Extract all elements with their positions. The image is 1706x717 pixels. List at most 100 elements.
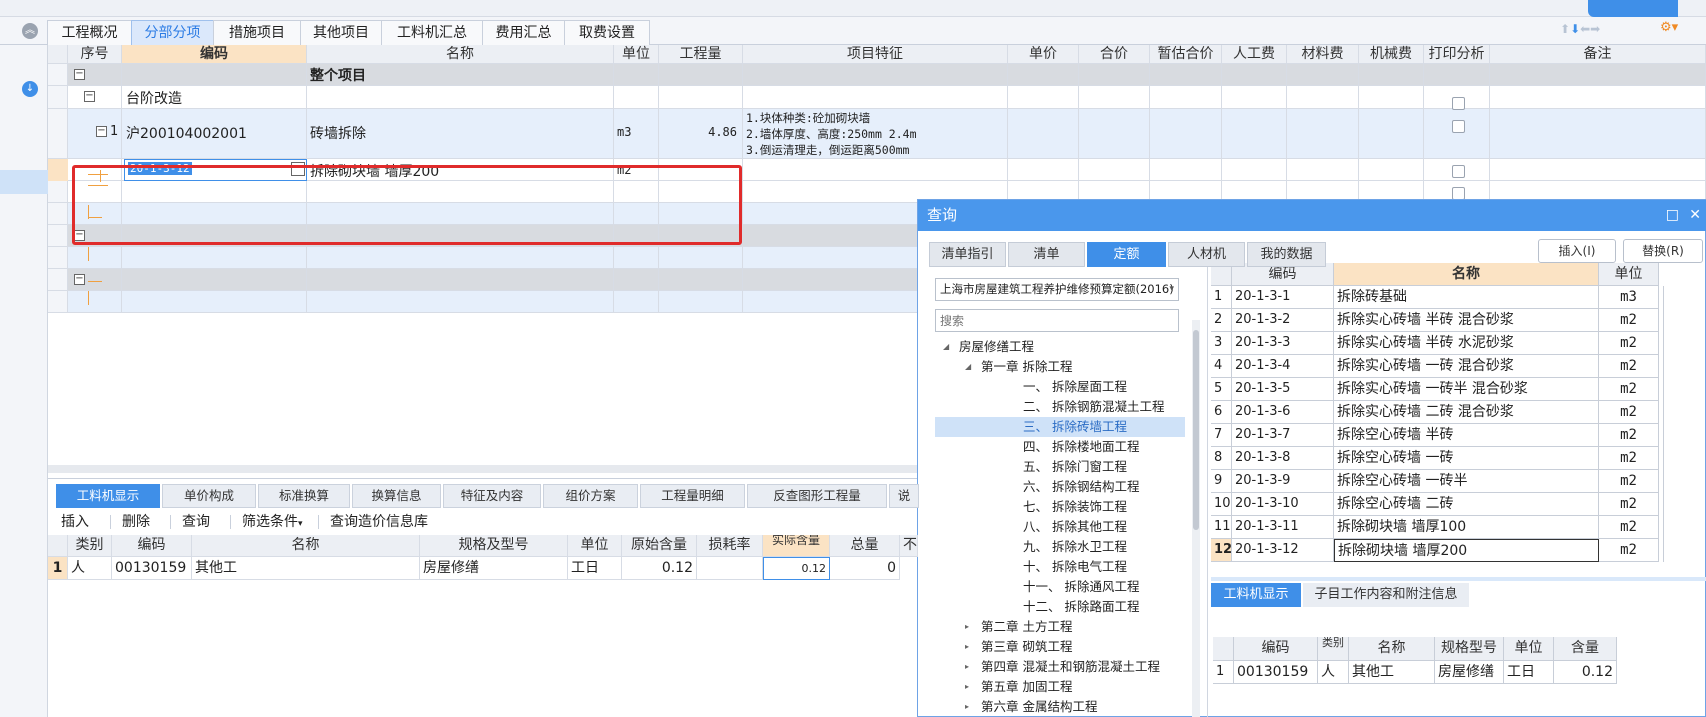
- row-code[interactable]: 沪200104002001: [126, 123, 247, 143]
- tree-node[interactable]: 七、 拆除装饰工程: [935, 497, 1185, 517]
- dialog-tab-2[interactable]: 定额: [1087, 242, 1166, 267]
- bottom-tab-3[interactable]: 换算信息: [352, 484, 441, 508]
- tree-node[interactable]: ◢ 第一章 拆除工程: [935, 357, 1185, 377]
- list-cell-0[interactable]: 3: [1211, 332, 1232, 355]
- list-cell-1[interactable]: 20-1-3-10: [1232, 493, 1334, 516]
- grid-hscrollbar[interactable]: [48, 465, 918, 473]
- tree-node[interactable]: ◢ 房屋修缮工程: [935, 337, 1185, 357]
- tree-expand-icon[interactable]: ▸: [965, 637, 969, 657]
- toolbar-button-2[interactable]: 查询: [182, 511, 210, 531]
- expand-icon[interactable]: −: [96, 126, 107, 137]
- list-cell-1[interactable]: 20-1-3-9: [1232, 470, 1334, 493]
- list-cell-2[interactable]: 拆除砖基础: [1334, 286, 1599, 309]
- list-cell-2[interactable]: 拆除实心砖墙 一砖半 混合砂浆: [1334, 378, 1599, 401]
- tab-2[interactable]: 措施项目: [213, 20, 301, 45]
- tree-node[interactable]: ▸ 第六章 金属结构工程: [935, 697, 1185, 717]
- tab-5[interactable]: 费用汇总: [482, 20, 565, 45]
- tab-3[interactable]: 其他项目: [300, 20, 382, 45]
- list-cell-0[interactable]: 4: [1211, 355, 1232, 378]
- bottom-tab-7[interactable]: 反查图形工程量: [747, 484, 887, 508]
- list-cell-0[interactable]: 9: [1211, 470, 1232, 493]
- bottom-tab-0[interactable]: 工料机显示: [56, 484, 160, 508]
- list-cell-2[interactable]: 拆除实心砖墙 半砖 水泥砂浆: [1334, 332, 1599, 355]
- list-cell-3[interactable]: m2: [1599, 378, 1659, 401]
- dialog-tab-0[interactable]: 清单指引: [929, 242, 1006, 267]
- list-cell-2[interactable]: 拆除实心砖墙 一砖 混合砂浆: [1334, 355, 1599, 378]
- list-cell-0[interactable]: 7: [1211, 424, 1232, 447]
- list-cell-0[interactable]: 6: [1211, 401, 1232, 424]
- tree-expand-icon[interactable]: ▸: [965, 697, 969, 717]
- settings-icon[interactable]: ⚙▾: [1660, 20, 1678, 35]
- list-cell-3[interactable]: m2: [1599, 447, 1659, 470]
- expand-icon[interactable]: −: [84, 91, 95, 102]
- list-cell-1[interactable]: 20-1-3-12: [1232, 539, 1334, 562]
- dialog-splitter[interactable]: [1207, 263, 1208, 717]
- tree-expand-icon[interactable]: ◢: [965, 357, 971, 377]
- bottom-tab-5[interactable]: 组价方案: [543, 484, 638, 508]
- dialog-tab-1[interactable]: 清单: [1008, 242, 1085, 267]
- tree-node[interactable]: 二、 拆除钢筋混凝土工程: [935, 397, 1185, 417]
- tree-scroll-thumb[interactable]: [1193, 330, 1199, 530]
- list-cell-0[interactable]: 5: [1211, 378, 1232, 401]
- tree-node[interactable]: ▸ 第三章 砌筑工程: [935, 637, 1185, 657]
- list-cell-0[interactable]: 11: [1211, 516, 1232, 539]
- tree-node[interactable]: ▸ 第二章 土方工程: [935, 617, 1185, 637]
- tree-expand-icon[interactable]: ▸: [965, 677, 969, 697]
- list-cell-2[interactable]: 拆除实心砖墙 半砖 混合砂浆: [1334, 309, 1599, 332]
- list-cell-3[interactable]: m2: [1599, 493, 1659, 516]
- list-cell-3[interactable]: m3: [1599, 286, 1659, 309]
- bottom-tab-8[interactable]: 说: [889, 484, 919, 508]
- expand-icon[interactable]: −: [74, 274, 85, 285]
- tree-node[interactable]: 四、 拆除楼地面工程: [935, 437, 1185, 457]
- list-cell-1[interactable]: 20-1-3-4: [1232, 355, 1334, 378]
- list-cell-3[interactable]: m2: [1599, 424, 1659, 447]
- tab-6[interactable]: 取费设置: [564, 20, 650, 45]
- list-cell-3[interactable]: m2: [1599, 332, 1659, 355]
- tree-node[interactable]: 十二、 拆除路面工程: [935, 597, 1185, 617]
- list-cell-2[interactable]: 拆除空心砖墙 二砖: [1334, 493, 1599, 516]
- dialog-bottom-tab-0[interactable]: 工料机显示: [1211, 583, 1301, 607]
- tree-node[interactable]: 八、 拆除其他工程: [935, 517, 1185, 537]
- list-cell-1[interactable]: 20-1-3-11: [1232, 516, 1334, 539]
- collapse-up-icon[interactable]: ︽: [22, 23, 38, 39]
- list-cell-3[interactable]: m2: [1599, 401, 1659, 424]
- bottom-tab-2[interactable]: 标准换算: [258, 484, 350, 508]
- list-cell-3[interactable]: m2: [1599, 516, 1659, 539]
- tab-1[interactable]: 分部分项: [131, 20, 214, 45]
- dialog-bottom-tab-1[interactable]: 子目工作内容和附注信息: [1303, 583, 1469, 607]
- list-cell-3[interactable]: m2: [1599, 355, 1659, 378]
- tree-node[interactable]: ▸ 第四章 混凝土和钢筋混凝土工程: [935, 657, 1185, 677]
- dialog-title-bar[interactable]: 查询 □ ✕: [918, 200, 1706, 231]
- tree-node[interactable]: 三、 拆除砖墙工程: [935, 417, 1185, 437]
- list-cell-1[interactable]: 20-1-3-8: [1232, 447, 1334, 470]
- bottom-tab-4[interactable]: 特征及内容: [443, 484, 541, 508]
- toolbar-button-4[interactable]: 查询造价信息库: [330, 511, 428, 531]
- download-icon[interactable]: ↓: [22, 81, 38, 97]
- dialog-tab-4[interactable]: 我的数据: [1247, 242, 1326, 267]
- quota-select[interactable]: 上海市房屋建筑工程养护维修预算定额(2016) ▾: [935, 278, 1179, 301]
- tree-node[interactable]: 十、 拆除电气工程: [935, 557, 1185, 577]
- list-cell-0[interactable]: 10: [1211, 493, 1232, 516]
- list-cell-1[interactable]: 20-1-3-7: [1232, 424, 1334, 447]
- insert-button[interactable]: 插入(I): [1538, 239, 1616, 263]
- toolbar-button-0[interactable]: 插入: [61, 511, 89, 531]
- list-cell-3[interactable]: m2: [1599, 539, 1659, 562]
- tree-node[interactable]: 一、 拆除屋面工程: [935, 377, 1185, 397]
- list-cell-0[interactable]: 12: [1211, 539, 1232, 562]
- list-cell-2[interactable]: 拆除空心砖墙 一砖: [1334, 447, 1599, 470]
- list-cell-3[interactable]: m2: [1599, 470, 1659, 493]
- tree-node[interactable]: ▸ 第五章 加固工程: [935, 677, 1185, 697]
- list-cell-2[interactable]: 拆除实心砖墙 二砖 混合砂浆: [1334, 401, 1599, 424]
- list-cell-1[interactable]: 20-1-3-1: [1232, 286, 1334, 309]
- tab-0[interactable]: 工程概况: [47, 20, 132, 45]
- list-cell-0[interactable]: 1: [1211, 286, 1232, 309]
- bottom-cell-8[interactable]: 0.12: [763, 557, 830, 580]
- tree-node[interactable]: 六、 拆除钢结构工程: [935, 477, 1185, 497]
- toolbar-button-3[interactable]: 筛选条件▾: [242, 511, 303, 531]
- print-analysis-checkbox[interactable]: [1452, 97, 1465, 110]
- tree-scrollbar[interactable]: [1192, 320, 1200, 717]
- replace-button[interactable]: 替换(R): [1623, 239, 1703, 263]
- bottom-tab-6[interactable]: 工程量明细: [640, 484, 745, 508]
- list-cell-2[interactable]: 拆除空心砖墙 一砖半: [1334, 470, 1599, 493]
- list-cell-3[interactable]: m2: [1599, 309, 1659, 332]
